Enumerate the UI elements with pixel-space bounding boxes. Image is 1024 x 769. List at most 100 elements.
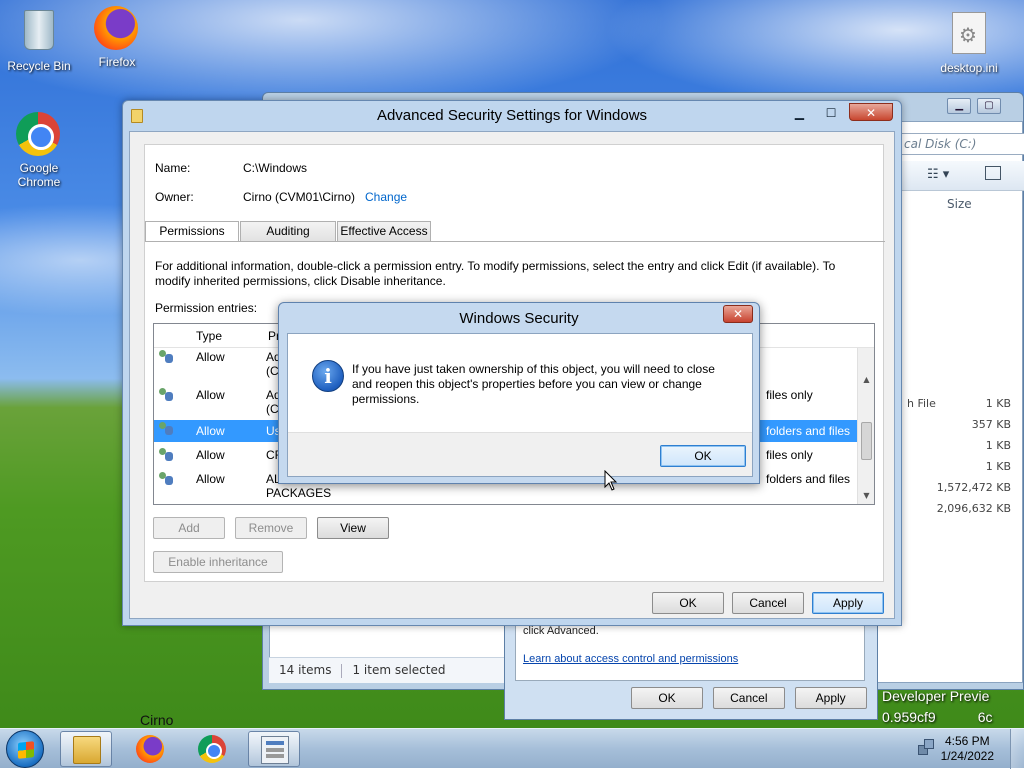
- desktop-icon-label: Google Chrome: [17, 161, 61, 189]
- status-selected: 1 item selected: [352, 663, 446, 677]
- properties-apply-button[interactable]: Apply: [794, 687, 867, 709]
- dialog-ok-button[interactable]: OK: [660, 445, 746, 467]
- desktop-icon-label: Recycle Bin: [7, 59, 71, 73]
- window-controls: ▁ ☐ ✕: [785, 103, 893, 122]
- address-bar[interactable]: cal Disk (C:): [899, 133, 1024, 155]
- taskbar: 4:56 PM 1/24/2022: [0, 728, 1024, 769]
- minimize-button[interactable]: ▁: [785, 104, 813, 122]
- change-owner-link[interactable]: Change: [365, 190, 407, 204]
- explorer-toolbar: ☷ ▾: [899, 161, 1024, 191]
- close-button[interactable]: ✕: [723, 305, 753, 323]
- view-button[interactable]: View: [317, 517, 389, 539]
- status-bar: 14 items 1 item selected: [269, 657, 509, 683]
- column-header-size[interactable]: Size: [947, 197, 972, 211]
- permission-entries-label: Permission entries:: [155, 301, 258, 315]
- properties-dialog[interactable]: click Advanced. Learn about access contr…: [504, 612, 878, 720]
- taskbar-clock[interactable]: 4:56 PM 1/24/2022: [941, 734, 994, 764]
- desktop-icon-desktop-ini[interactable]: desktop.ini: [930, 10, 1008, 75]
- maximize-button[interactable]: ☐: [817, 104, 845, 122]
- file-size: 1 KB: [985, 397, 1011, 410]
- view-options-icon[interactable]: ☷ ▾: [927, 167, 949, 182]
- file-size: 1 KB: [985, 439, 1011, 452]
- scroll-thumb[interactable]: [861, 422, 872, 460]
- column-header-type[interactable]: Type: [196, 329, 222, 343]
- tab-permissions[interactable]: Permissions: [145, 221, 239, 242]
- message-area: i If you have just taken ownership of th…: [288, 334, 752, 432]
- close-button[interactable]: ✕: [849, 103, 893, 121]
- row-applies-to: files only: [766, 448, 813, 462]
- desktop-watermark: Developer Previe 0.959cf9 6c: [882, 686, 993, 728]
- desktop-icon-firefox[interactable]: Firefox: [78, 6, 156, 69]
- desktop-icon-label: Firefox: [98, 55, 136, 69]
- dialog-footer: OK: [288, 432, 752, 476]
- file-size: 1,572,472 KB: [936, 481, 1011, 494]
- user-group-icon: [158, 388, 174, 402]
- user-group-icon: [158, 448, 174, 462]
- settings-file-icon: [952, 12, 986, 54]
- taskbar-firefox[interactable]: [124, 731, 176, 767]
- row-type: Allow: [196, 350, 225, 364]
- desktop-icon-label: desktop.ini: [940, 61, 998, 75]
- row-type: Allow: [196, 472, 225, 486]
- chrome-icon: [198, 735, 226, 763]
- name-value: C:\Windows: [243, 161, 308, 175]
- file-size: 357 KB: [971, 418, 1011, 431]
- tab-effective-access[interactable]: Effective Access: [337, 221, 431, 242]
- taskbar-explorer[interactable]: [60, 731, 112, 767]
- cancel-button[interactable]: Cancel: [732, 592, 804, 614]
- row-type: Allow: [196, 448, 225, 462]
- name-label: Name:: [155, 161, 191, 175]
- dialog-message: If you have just taken ownership of this…: [352, 362, 715, 406]
- scroll-down-arrow[interactable]: ▼: [858, 488, 874, 504]
- clock-time: 4:56 PM: [944, 734, 990, 748]
- information-icon: i: [312, 360, 344, 392]
- remove-button[interactable]: Remove: [235, 517, 307, 539]
- clock-date: 1/24/2022: [940, 749, 994, 763]
- firefox-icon: [94, 6, 138, 50]
- row-type: Allow: [196, 424, 225, 438]
- recycle-bin-icon: [24, 10, 54, 50]
- owner-label: Owner:: [155, 190, 194, 204]
- file-size: 2,096,632 KB: [936, 502, 1011, 515]
- add-button[interactable]: Add: [153, 517, 225, 539]
- file-size-list: 1 KB 357 KB 1 KB 1 KB 1,572,472 KB 2,096…: [903, 393, 1021, 519]
- apply-button[interactable]: Apply: [812, 592, 884, 614]
- windows-security-dialog[interactable]: Windows Security ✕ i If you have just ta…: [278, 302, 760, 484]
- show-desktop-button[interactable]: [1010, 729, 1024, 769]
- user-group-icon: [158, 422, 174, 436]
- row-applies-to: files only: [766, 388, 813, 402]
- scroll-up-arrow[interactable]: ▲: [858, 372, 874, 388]
- preview-pane-icon[interactable]: [985, 166, 1001, 180]
- user-group-icon: [158, 350, 174, 364]
- watermark-line: 0.959cf9 6c: [882, 709, 993, 725]
- chrome-icon: [16, 112, 60, 156]
- dialog-title: Windows Security: [459, 310, 579, 327]
- properties-cancel-button[interactable]: Cancel: [712, 687, 785, 709]
- packages-icon: [158, 472, 174, 486]
- dialog-body: i If you have just taken ownership of th…: [287, 333, 753, 477]
- properties-ok-button[interactable]: OK: [631, 687, 703, 709]
- taskbar-properties[interactable]: [248, 731, 300, 767]
- file-size: 1 KB: [985, 460, 1011, 473]
- cirno-label: Cirno: [140, 712, 174, 728]
- properties-text: click Advanced.: [523, 625, 599, 637]
- maximize-button[interactable]: ▢: [977, 98, 1001, 114]
- desktop-icon-recycle-bin[interactable]: Recycle Bin: [0, 6, 78, 73]
- minimize-button[interactable]: ▁: [947, 98, 972, 114]
- title-bar[interactable]: Advanced Security Settings for Windows ▁…: [123, 101, 901, 131]
- row-type: Allow: [196, 388, 225, 402]
- access-control-link[interactable]: Learn about access control and permissio…: [523, 653, 738, 665]
- enable-inheritance-button[interactable]: Enable inheritance: [153, 551, 283, 573]
- network-icon[interactable]: [918, 739, 934, 755]
- start-button[interactable]: [6, 730, 44, 768]
- taskbar-chrome[interactable]: [186, 731, 238, 767]
- row-applies-to: folders and files: [766, 424, 851, 438]
- properties-buttons: OK Cancel Apply: [631, 687, 867, 709]
- owner-value: Cirno (CVM01\Cirno): [243, 190, 356, 204]
- properties-window-icon: [261, 736, 289, 764]
- permissions-info-text: For additional information, double-click…: [155, 259, 836, 288]
- ok-button[interactable]: OK: [652, 592, 724, 614]
- desktop-icon-chrome[interactable]: Google Chrome: [0, 112, 78, 189]
- vertical-scrollbar[interactable]: ▲ ▼: [857, 348, 874, 504]
- tab-auditing[interactable]: Auditing: [240, 221, 336, 242]
